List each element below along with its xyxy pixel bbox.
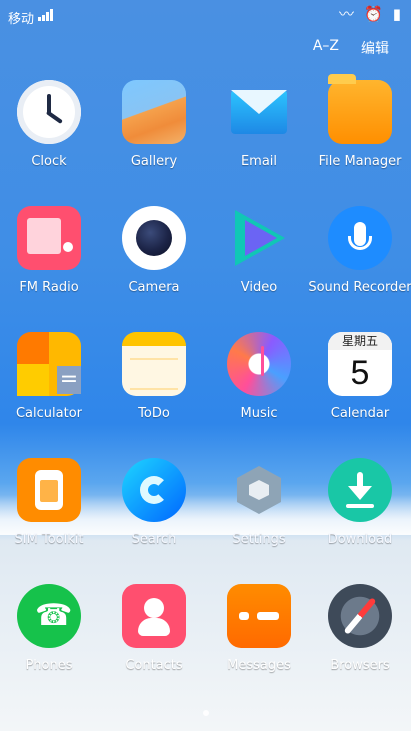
messages-icon (227, 584, 291, 648)
app-music[interactable]: Music (207, 332, 311, 422)
app-grid: Clock Gallery Email File Manager FM Radi… (0, 74, 411, 584)
sim-toolkit-icon (17, 458, 81, 522)
app-settings[interactable]: Settings (207, 458, 311, 548)
dock-browsers[interactable]: Browsers (308, 584, 411, 674)
calendar-day: 5 (350, 354, 370, 392)
calendar-weekday: 星期五 (328, 332, 392, 350)
file-manager-icon (328, 74, 392, 144)
app-sound-recorder[interactable]: Sound Recorder (308, 206, 411, 296)
page-dot (202, 710, 209, 716)
app-label: Contacts (125, 658, 183, 673)
music-icon (227, 332, 291, 396)
status-bar: 移动 〰 ⏰ ▮ (0, 0, 411, 32)
app-label: File Manager (318, 154, 402, 169)
app-label: Calendar (330, 406, 390, 421)
dock-contacts[interactable]: Contacts (102, 584, 206, 674)
app-email[interactable]: Email (207, 80, 311, 170)
app-label: Video (240, 280, 278, 295)
app-label: Calculator (15, 406, 82, 421)
app-download[interactable]: Download (308, 458, 411, 548)
app-sim-toolkit[interactable]: SIM Toolkit (0, 458, 101, 548)
app-gallery[interactable]: Gallery (102, 80, 206, 170)
download-icon (328, 458, 392, 522)
fm-radio-icon (17, 206, 81, 270)
app-row: SIM Toolkit Search Settings Download (0, 458, 411, 584)
app-label: Messages (227, 658, 291, 673)
app-label: Download (327, 532, 393, 547)
dock-messages[interactable]: Messages (207, 584, 311, 674)
sort-az-button[interactable]: A–Z (313, 38, 339, 58)
sound-recorder-icon (328, 206, 392, 270)
app-label: Music (240, 406, 278, 421)
page-indicator (0, 701, 411, 720)
app-row: FM Radio Camera Video Sound Recorder (0, 206, 411, 332)
app-calendar[interactable]: 星期五 5 Calendar (308, 332, 411, 422)
app-todo[interactable]: ToDo (102, 332, 206, 422)
contacts-icon (122, 584, 186, 648)
app-video[interactable]: Video (207, 206, 311, 296)
wifi-icon: 〰 (339, 5, 355, 23)
carrier-label: 移动 (8, 12, 35, 27)
clock-icon (17, 80, 81, 144)
app-label: FM Radio (19, 280, 79, 295)
phone-icon (17, 584, 81, 648)
download-bar (346, 504, 374, 508)
app-label: Camera (128, 280, 180, 295)
email-envelope-icon (231, 90, 287, 134)
calculator-icon (17, 332, 81, 396)
dock-phone[interactable]: Phones (0, 584, 101, 674)
app-clock[interactable]: Clock (0, 80, 101, 170)
battery-icon: ▮ (392, 5, 401, 23)
signal-icon (38, 9, 54, 21)
app-label: Clock (31, 154, 67, 169)
app-label: Browsers (330, 658, 390, 673)
app-label: Settings (232, 532, 286, 547)
settings-icon (227, 458, 291, 522)
app-label: Email (240, 154, 278, 169)
top-actions: A–Z 编辑 (313, 38, 389, 58)
app-label: Search (131, 532, 177, 547)
gallery-icon (122, 80, 186, 144)
app-camera[interactable]: Camera (102, 206, 206, 296)
camera-icon (122, 206, 186, 270)
calendar-icon: 星期五 5 (328, 332, 392, 396)
app-label: Sound Recorder (308, 280, 411, 295)
app-label: SIM Toolkit (14, 532, 84, 547)
app-file-manager[interactable]: File Manager (308, 74, 411, 170)
video-icon (227, 206, 291, 270)
app-search[interactable]: Search (102, 458, 206, 548)
app-row: Clock Gallery Email File Manager (0, 74, 411, 206)
app-label: Gallery (130, 154, 178, 169)
app-calculator[interactable]: Calculator (0, 332, 101, 422)
todo-icon (122, 332, 186, 396)
alarm-icon: ⏰ (364, 5, 383, 23)
browsers-icon (328, 584, 392, 648)
app-label: Phones (25, 658, 73, 673)
dock: Phones Contacts Messages Browsers (0, 584, 411, 704)
app-row: Calculator ToDo Music 星期五 5 Calendar (0, 332, 411, 458)
app-fm-radio[interactable]: FM Radio (0, 206, 101, 296)
search-icon (122, 458, 186, 522)
email-icon (227, 80, 291, 144)
home-screen: 移动 〰 ⏰ ▮ A–Z 编辑 Clock Gallery Email File… (0, 0, 411, 731)
status-icons: 〰 ⏰ ▮ (339, 6, 401, 22)
edit-button[interactable]: 编辑 (361, 38, 389, 58)
app-label: ToDo (138, 406, 170, 421)
